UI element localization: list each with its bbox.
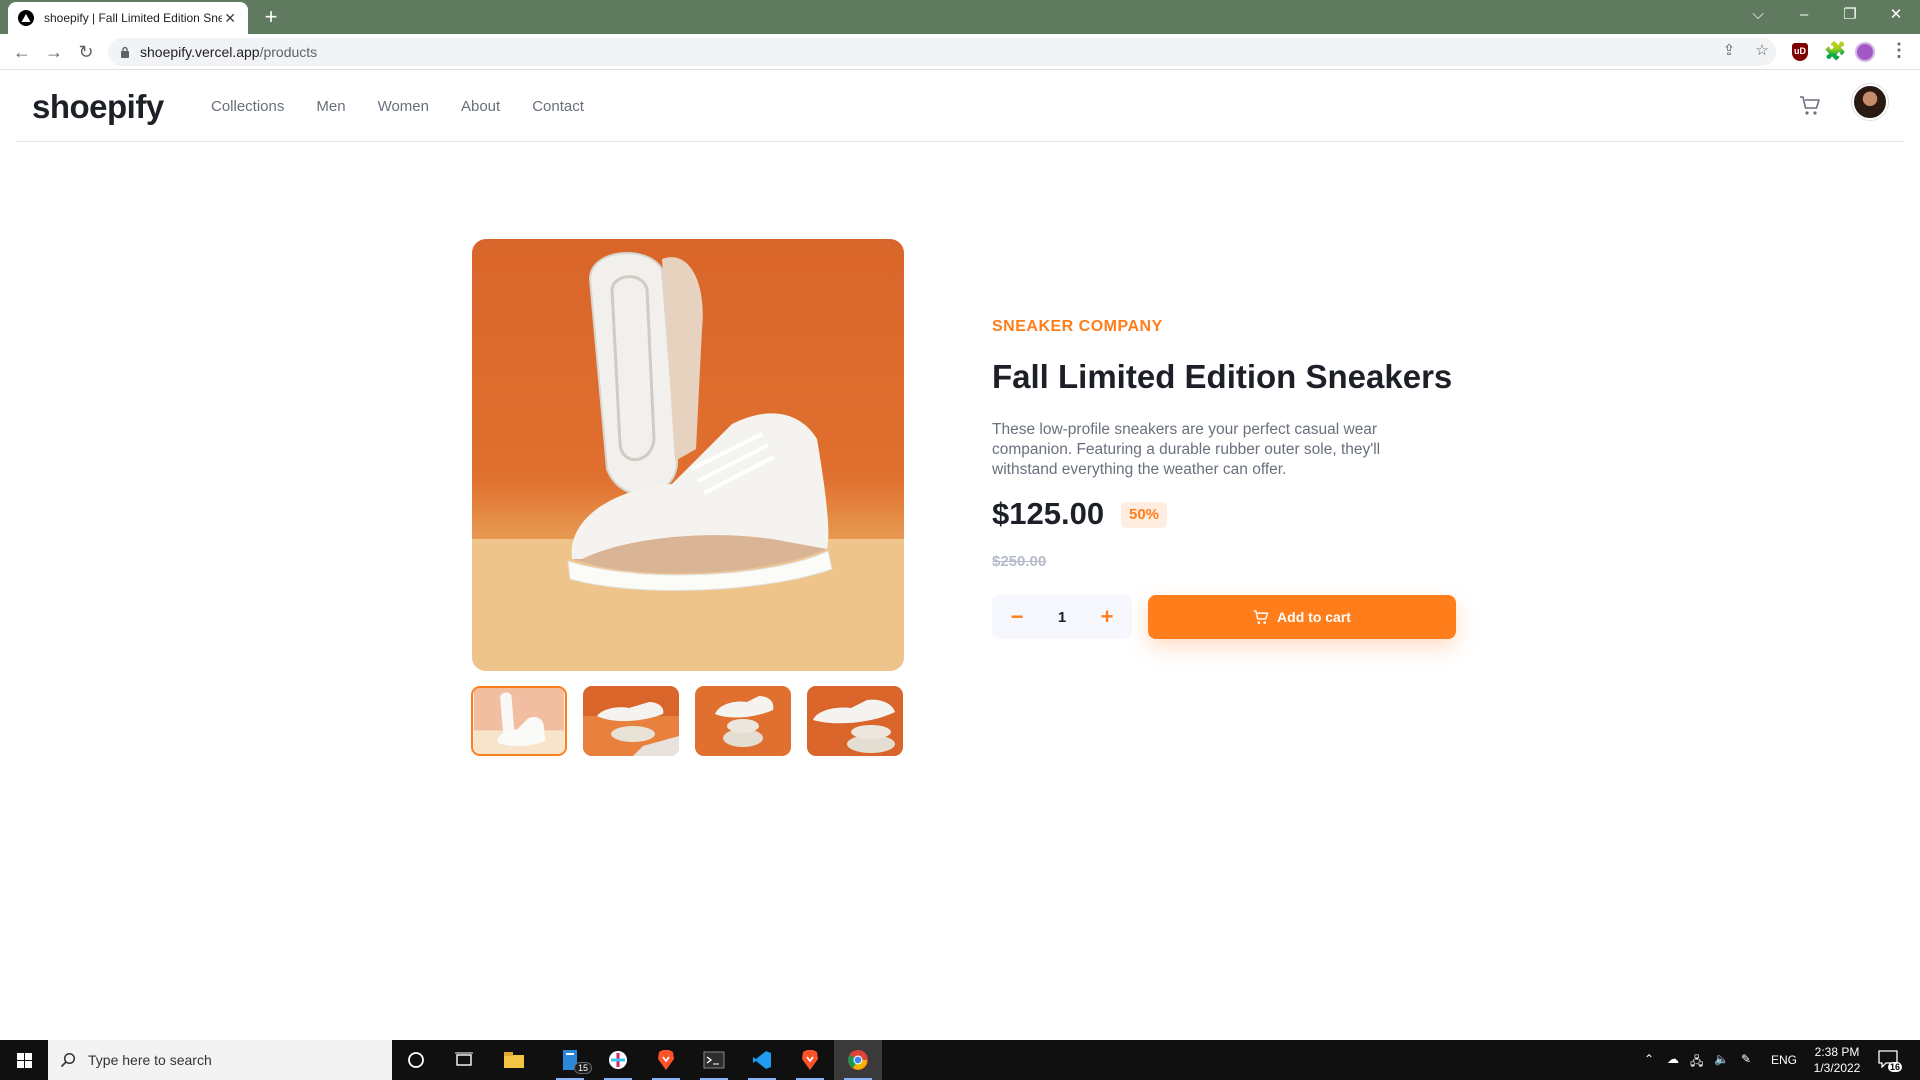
site-header: shoepify Collections Men Women About Con… — [16, 70, 1904, 142]
sneaker-image — [472, 252, 904, 671]
file-explorer-icon[interactable] — [490, 1040, 538, 1080]
product-title: Fall Limited Edition Sneakers — [992, 358, 1453, 395]
tab-search-button[interactable]: ⌵ — [1735, 0, 1781, 34]
product-main-image[interactable] — [472, 239, 904, 671]
chrome-icon[interactable] — [834, 1040, 882, 1080]
slack-icon[interactable] — [594, 1040, 642, 1080]
network-icon[interactable]: 🖧 — [1690, 1052, 1703, 1073]
nav-link-about[interactable]: About — [461, 98, 500, 115]
tab-close-icon[interactable]: ✕ — [222, 10, 238, 27]
new-tab-button[interactable]: + — [258, 4, 284, 30]
url-text: shoepify.vercel.app/products — [140, 44, 318, 60]
taskbar-search-box[interactable]: Type here to search — [48, 1040, 392, 1080]
increase-quantity-button[interactable]: + — [1098, 606, 1116, 628]
thumbnail-3-image — [695, 686, 791, 756]
cloud-sync-icon[interactable]: ☁ — [1667, 1052, 1679, 1066]
thumbnail-2[interactable] — [583, 686, 679, 756]
reload-icon[interactable]: ↻ — [74, 40, 98, 64]
back-arrow-icon[interactable]: ← — [10, 40, 34, 64]
windows-logo-icon — [16, 1052, 32, 1068]
nav-link-collections[interactable]: Collections — [211, 98, 284, 115]
ublock-extension-icon[interactable]: uD — [1792, 43, 1808, 61]
extensions-puzzle-icon[interactable]: 🧩 — [1824, 41, 1846, 62]
nav-link-contact[interactable]: Contact — [532, 98, 584, 115]
original-price: $250.00 — [992, 553, 1047, 570]
system-clock[interactable]: 2:38 PM 1/3/2022 — [1805, 1044, 1869, 1076]
brave-browser-icon[interactable] — [642, 1040, 690, 1080]
browser-profile-avatar[interactable] — [1855, 42, 1875, 62]
language-indicator[interactable]: ENG — [1771, 1053, 1797, 1067]
tray-chevron-icon[interactable]: ⌃ — [1644, 1052, 1654, 1066]
share-icon[interactable]: ⇪ — [1718, 40, 1740, 62]
nav-link-men[interactable]: Men — [316, 98, 345, 115]
windows-taskbar: Type here to search 15 ⌃ ☁ 🖧 🔈 ✎ ENG 2:3… — [0, 1040, 1920, 1080]
browser-tab-strip: shoepify | Fall Limited Edition Sneakers… — [0, 0, 1920, 34]
cart-icon — [1253, 609, 1269, 624]
cart-icon[interactable] — [1799, 96, 1821, 116]
browser-tab[interactable]: shoepify | Fall Limited Edition Sneakers… — [8, 2, 248, 34]
lock-icon — [121, 46, 129, 58]
task-view-icon[interactable] — [440, 1040, 488, 1080]
notes-app-icon[interactable]: 15 — [546, 1040, 594, 1080]
notes-badge: 15 — [574, 1062, 593, 1074]
thumbnail-1[interactable] — [471, 686, 567, 756]
add-to-cart-button[interactable]: Add to cart — [1148, 595, 1456, 639]
restore-button[interactable]: ❐ — [1827, 0, 1873, 34]
vscode-icon[interactable] — [738, 1040, 786, 1080]
thumbnail-4[interactable] — [807, 686, 903, 756]
terminal-icon[interactable] — [690, 1040, 738, 1080]
notification-count-badge: 16 — [1888, 1062, 1903, 1072]
browser-toolbar: ← → ↻ shoepify.vercel.app/products ⇪ ☆ u… — [0, 34, 1920, 70]
bookmark-star-icon[interactable]: ☆ — [1751, 40, 1773, 62]
windows-start-button[interactable] — [0, 1040, 48, 1080]
browser-menu-icon[interactable]: ⋮ — [1890, 40, 1908, 61]
product-description: These low-profile sneakers are your perf… — [992, 421, 1381, 478]
clock-time: 2:38 PM — [1814, 1045, 1860, 1059]
current-price: $125.00 — [992, 496, 1105, 531]
user-avatar[interactable] — [1852, 84, 1888, 120]
taskbar-search-placeholder: Type here to search — [88, 1052, 212, 1068]
main-nav: Collections Men Women About Contact — [211, 98, 584, 115]
address-bar[interactable]: shoepify.vercel.app/products — [108, 38, 1776, 66]
company-label: SNEAKER COMPANY — [992, 318, 1163, 335]
forward-arrow-icon[interactable]: → — [42, 40, 66, 64]
vercel-favicon-icon — [18, 10, 34, 26]
thumbnail-4-image — [807, 686, 903, 756]
tab-title: shoepify | Fall Limited Edition Sneakers — [44, 11, 223, 25]
quantity-stepper: − 1 + — [992, 595, 1132, 639]
site-logo[interactable]: shoepify — [32, 88, 164, 126]
decrease-quantity-button[interactable]: − — [1008, 606, 1026, 628]
cortana-icon[interactable] — [392, 1040, 440, 1080]
discount-badge: 50% — [1121, 502, 1168, 528]
brave-browser-icon-2[interactable] — [786, 1040, 834, 1080]
minimize-button[interactable]: – — [1781, 0, 1827, 34]
thumbnail-2-image — [583, 686, 679, 756]
volume-icon[interactable]: 🔈 — [1714, 1052, 1729, 1066]
thumbnail-3[interactable] — [695, 686, 791, 756]
quantity-value: 1 — [1057, 608, 1067, 626]
add-to-cart-label: Add to cart — [1277, 609, 1351, 625]
pen-icon[interactable]: ✎ — [1741, 1052, 1751, 1066]
close-window-button[interactable]: ✕ — [1873, 0, 1919, 34]
nav-link-women[interactable]: Women — [378, 98, 429, 115]
clock-date: 1/3/2022 — [1813, 1061, 1861, 1075]
search-icon — [60, 1052, 76, 1068]
thumbnail-1-image — [473, 688, 565, 754]
